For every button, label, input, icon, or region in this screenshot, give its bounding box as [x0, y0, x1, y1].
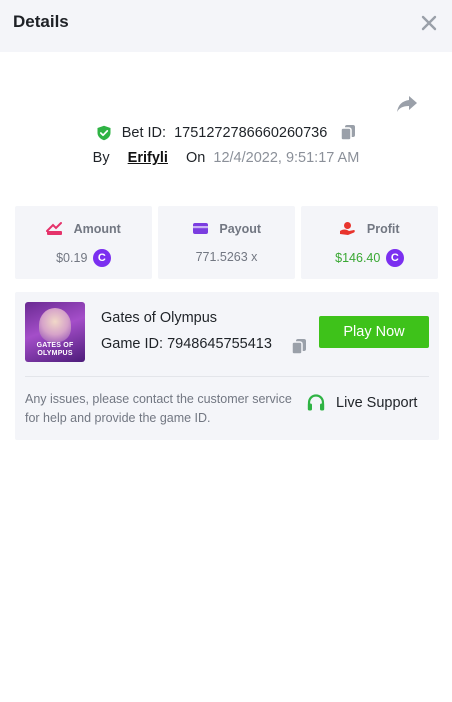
payout-label: Payout [219, 221, 262, 236]
share-icon[interactable] [395, 93, 419, 115]
header-title: Details [13, 12, 69, 31]
game-thumbnail[interactable]: GATES OF OLYMPUS [25, 302, 85, 362]
thumb-title-line2: OLYMPUS [37, 350, 73, 357]
profit-value: $146.40 [335, 251, 381, 265]
play-now-button[interactable]: Play Now [319, 316, 429, 348]
by-label: By [92, 150, 110, 166]
profit-stat: Profit $146.40 C [301, 206, 438, 279]
payout-value: 771.5263 x [195, 249, 258, 264]
details-header: Details [0, 0, 452, 52]
card-icon [192, 221, 209, 236]
close-icon[interactable] [418, 12, 440, 34]
payout-stat: Payout 771.5263 x [158, 206, 295, 279]
on-label: On [186, 150, 206, 166]
coin-icon: C [92, 249, 111, 267]
divider [25, 376, 429, 377]
live-support-button[interactable]: Live Support [295, 393, 431, 423]
bet-id-line: Bet ID: 1751272786660260736 [0, 124, 452, 144]
bet-id-value: 1751272786660260736 [174, 124, 328, 141]
profit-label: Profit [366, 221, 400, 236]
amount-icon [46, 221, 63, 236]
shield-check-icon [96, 125, 112, 141]
amount-label: Amount [73, 221, 121, 236]
game-id: Game ID: 7948645755413 [101, 336, 272, 352]
live-support-label: Live Support [336, 395, 418, 411]
game-id-value: 7948645755413 [167, 336, 272, 352]
coin-icon: C [385, 249, 404, 267]
game-name: Gates of Olympus [101, 310, 218, 326]
user-link[interactable]: Erifyli [128, 150, 168, 166]
support-help-text: Any issues, please contact the customer … [25, 392, 292, 425]
bet-byline: By Erifyli On 12/4/2022, 9:51:17 AM [0, 150, 452, 170]
bet-id-label: Bet ID: [121, 124, 167, 141]
amount-stat: Amount $0.19 C [15, 206, 152, 279]
bet-date: 12/4/2022, 9:51:17 AM [213, 150, 360, 166]
game-card: GATES OF OLYMPUS Gates of Olympus Game I… [15, 292, 439, 440]
profit-hand-icon [339, 221, 356, 236]
game-id-label: Game ID: [101, 336, 164, 352]
copy-icon[interactable] [340, 124, 356, 141]
copy-icon[interactable] [291, 338, 307, 355]
headset-icon [306, 393, 326, 413]
amount-value: $0.19 [56, 251, 88, 265]
thumb-title-line1: GATES OF [36, 342, 74, 349]
